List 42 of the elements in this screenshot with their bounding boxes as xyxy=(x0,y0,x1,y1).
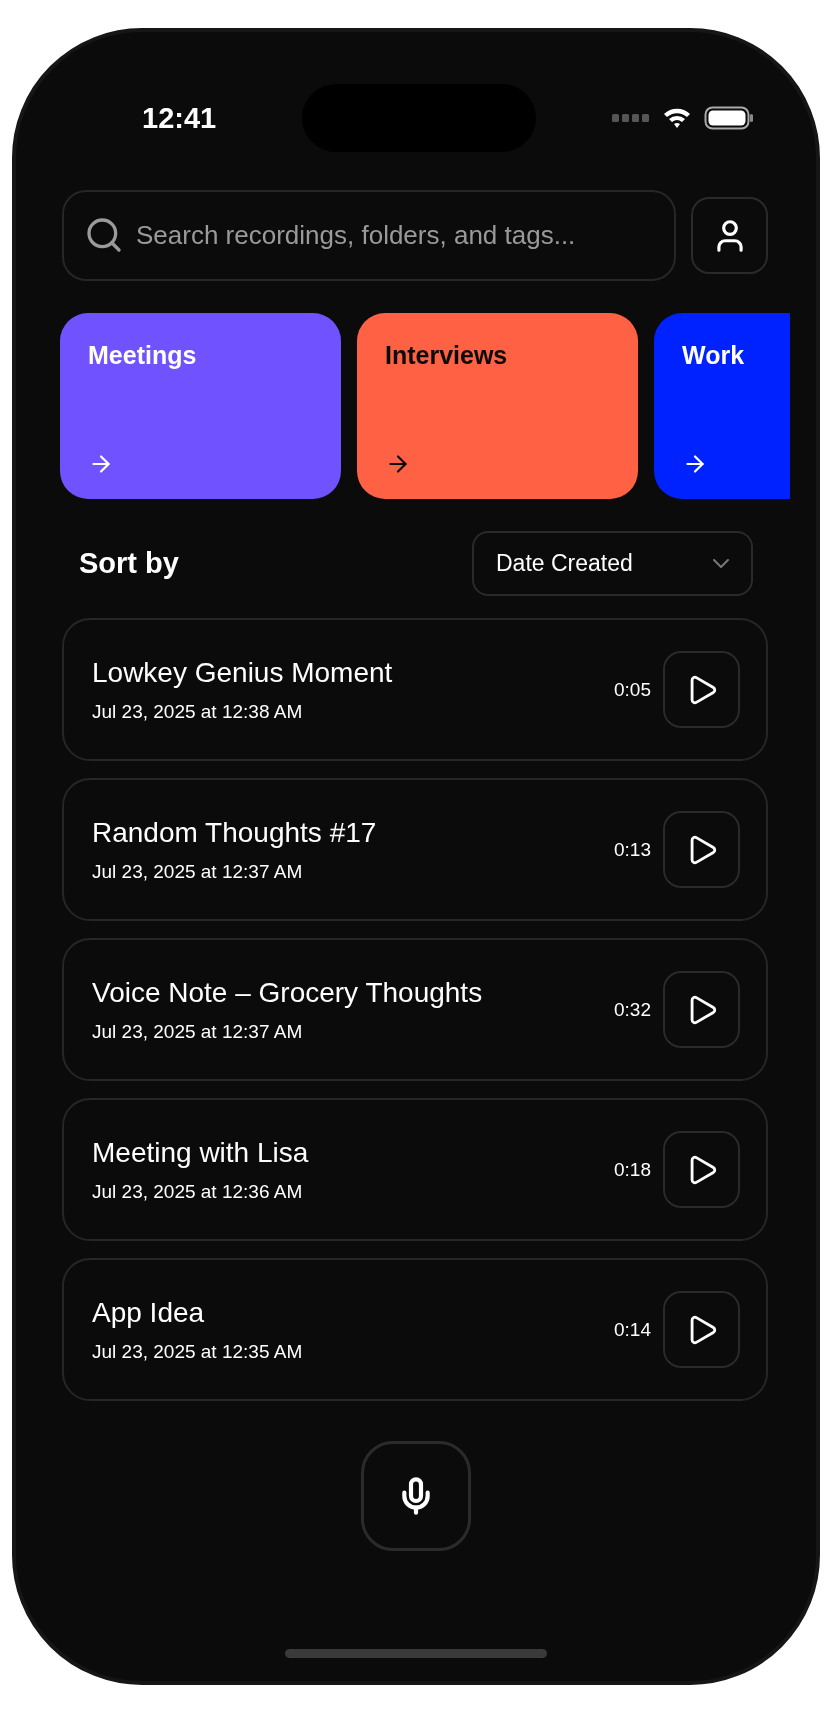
search-icon xyxy=(84,215,124,255)
folder-name: Work xyxy=(682,341,746,370)
chevron-down-icon xyxy=(713,559,729,568)
recording-card[interactable]: App Idea Jul 23, 2025 at 12:35 AM 0:14 xyxy=(62,1258,768,1401)
sort-label: Sort by xyxy=(79,547,179,580)
recording-card[interactable]: Lowkey Genius Moment Jul 23, 2025 at 12:38 AM 0:05 xyxy=(62,618,768,761)
play-button[interactable] xyxy=(663,1131,740,1208)
recording-title: Meeting with Lisa xyxy=(92,1136,310,1169)
play-button[interactable] xyxy=(663,651,740,728)
recording-card[interactable]: Random Thoughts #17 Jul 23, 2025 at 12:37 AM 0:13 xyxy=(62,778,768,921)
recording-title: Random Thoughts #17 xyxy=(92,816,378,849)
recording-duration: 0:05 xyxy=(614,678,651,701)
sort-dropdown[interactable]: Date Created xyxy=(472,531,753,596)
profile-button[interactable] xyxy=(691,197,768,274)
recording-title: Voice Note – Grocery Thoughts xyxy=(92,976,484,1009)
recording-date: Jul 23, 2025 at 12:37 AM xyxy=(92,1020,304,1043)
recording-title: App Idea xyxy=(92,1296,206,1329)
recording-duration: 0:18 xyxy=(614,1158,651,1181)
folder-card[interactable]: Meetings xyxy=(60,313,341,499)
recording-date: Jul 23, 2025 at 12:38 AM xyxy=(92,700,304,723)
status-time: 12:41 xyxy=(142,101,218,135)
search-field[interactable]: Search recordings, folders, and tags... xyxy=(62,190,676,281)
record-button[interactable] xyxy=(361,1441,471,1551)
folder-name: Interviews xyxy=(385,341,509,370)
recording-card[interactable]: Meeting with Lisa Jul 23, 2025 at 12:36 AM 0:18 xyxy=(62,1098,768,1241)
recording-date: Jul 23, 2025 at 12:36 AM xyxy=(92,1180,304,1203)
play-button[interactable] xyxy=(663,971,740,1048)
play-button[interactable] xyxy=(663,811,740,888)
wifi-icon xyxy=(662,106,692,130)
recording-duration: 0:14 xyxy=(614,1318,651,1341)
battery-icon xyxy=(704,106,754,130)
recording-duration: 0:13 xyxy=(614,838,651,861)
recording-duration: 0:32 xyxy=(614,998,651,1021)
recording-date: Jul 23, 2025 at 12:35 AM xyxy=(92,1340,304,1363)
recording-card[interactable]: Voice Note – Grocery Thoughts Jul 23, 2025 at 12:37 AM 0:32 xyxy=(62,938,768,1081)
folder-card[interactable]: Work xyxy=(654,313,790,499)
recording-title: Lowkey Genius Moment xyxy=(92,656,394,689)
recording-date: Jul 23, 2025 at 12:37 AM xyxy=(92,860,304,883)
folder-name: Meetings xyxy=(88,341,198,370)
signal-icon xyxy=(612,114,650,122)
folder-card[interactable]: Interviews xyxy=(357,313,638,499)
play-button[interactable] xyxy=(663,1291,740,1368)
